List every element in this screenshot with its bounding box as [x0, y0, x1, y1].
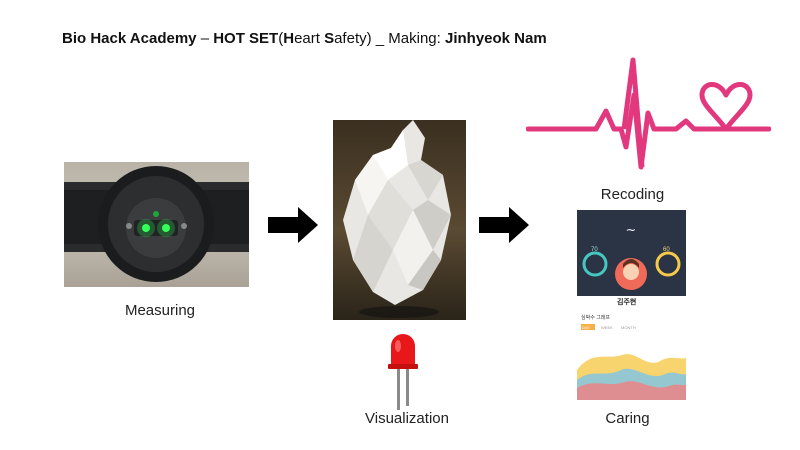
app-left-value: 70	[591, 247, 598, 253]
app-tab-day[interactable]: DAY	[582, 325, 590, 330]
caption-measuring: Measuring	[124, 302, 196, 319]
arrow-right-icon	[479, 207, 529, 243]
app-right-value: 60	[663, 247, 670, 253]
title-academy: Bio Hack Academy	[62, 30, 197, 47]
watch-illustration	[64, 166, 249, 282]
heart-model-illustration	[343, 120, 451, 318]
page-title: Bio Hack Academy – HOT SET(Heart Safety)…	[62, 30, 547, 47]
watch-sensor-photo	[64, 162, 249, 287]
caption-caring: Caring	[605, 410, 650, 427]
title-author: Jinhyeok Nam	[444, 30, 547, 47]
led-icon	[388, 334, 418, 410]
title-afety: afety) _ Making:	[334, 30, 445, 47]
caption-recording: Recoding	[600, 186, 665, 203]
title-eart: eart	[294, 30, 325, 47]
svg-text:~: ~	[626, 223, 637, 238]
arrow-right-icon	[268, 207, 318, 243]
title-h: H	[283, 30, 295, 47]
app-tab-week[interactable]: WEEK	[601, 325, 613, 330]
title-dash: –	[200, 30, 210, 47]
title-s: S	[324, 30, 335, 47]
heart-3d-model-photo	[333, 120, 466, 320]
app-user-name: 김주현	[617, 299, 637, 306]
app-screenshot: ~ 70 60 김주현 심박수 그래프 DAY WEEK MONTH	[577, 210, 686, 400]
title-project: HOT SET	[213, 30, 279, 47]
app-tab-month[interactable]: MONTH	[621, 325, 636, 330]
app-section-title: 심박수 그래프	[581, 315, 610, 321]
caption-visualization: Visualization	[365, 410, 449, 427]
heartbeat-line-icon	[526, 57, 771, 170]
